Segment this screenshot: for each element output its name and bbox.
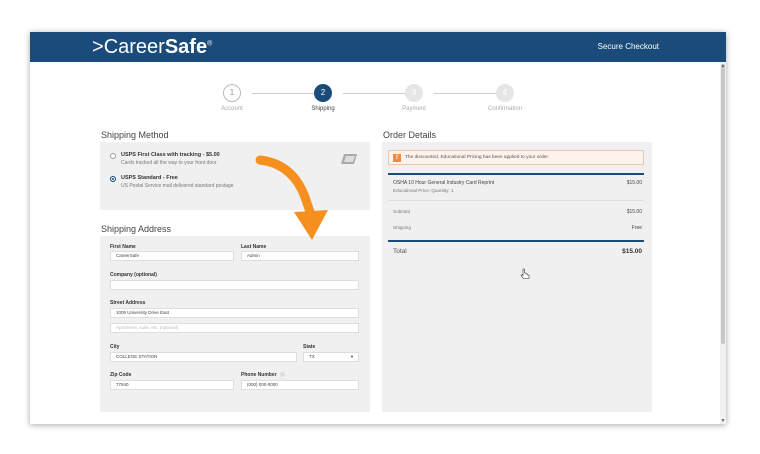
annotation-arrow-icon <box>255 155 328 240</box>
street-address-line2-field[interactable]: Apartment, suite, etc. (optional) <box>110 323 359 333</box>
usps-card-icon <box>341 154 357 164</box>
shipping-label: Shipping <box>393 225 411 230</box>
browser-window: >CareerSafe® Secure Checkout ▲ ▼ 1 Accou… <box>30 32 726 424</box>
step-label: Account <box>221 106 243 112</box>
step-number: 2 <box>314 84 332 102</box>
phone-number-field[interactable]: (000) 000-0000 <box>241 380 359 390</box>
radio-button-selected[interactable] <box>110 176 116 182</box>
street-address-label: Street Address <box>110 300 146 306</box>
shipping-value: Free <box>631 225 642 231</box>
alert-text: The discounted, Educational Pricing has … <box>405 155 550 160</box>
logo-text-bold: Safe <box>164 36 208 58</box>
step-number: 3 <box>405 84 423 102</box>
state-select[interactable]: TX ▼ <box>303 352 359 362</box>
last-name-label: Last Name <box>241 244 267 250</box>
state-value: TX <box>309 354 315 359</box>
item-price: $15.00 <box>626 180 642 186</box>
step-number: 4 <box>496 84 514 102</box>
total-label: Total <box>393 248 407 255</box>
company-label: Company (optional) <box>110 272 157 278</box>
subtotal-value: $15.00 <box>626 209 642 215</box>
logo-chevron-icon: > <box>92 36 104 58</box>
order-details-panel: ! The discounted, Educational Pricing ha… <box>382 142 652 412</box>
item-name: OSHA 10 Hour General Industry Card Repri… <box>393 180 495 186</box>
step-label: Payment <box>402 106 426 112</box>
zip-code-label: Zip Code <box>110 372 132 378</box>
careersafe-logo[interactable]: >CareerSafe® <box>92 36 212 59</box>
order-top-rule <box>388 173 644 175</box>
radio-button[interactable] <box>110 153 116 159</box>
step-label: Shipping <box>311 106 335 112</box>
step-account: 1 Account <box>212 84 252 112</box>
logo-text-light: Career <box>103 36 165 58</box>
info-icon[interactable] <box>279 372 285 378</box>
last-name-field[interactable]: Admin <box>241 251 359 261</box>
logo-registered-mark: ® <box>207 40 213 48</box>
step-number: 1 <box>223 84 241 102</box>
phone-label-text: Phone Number <box>241 372 277 378</box>
option-title: USPS First Class with tracking - $5.00 <box>121 152 220 158</box>
state-label: State <box>303 344 316 350</box>
total-rule <box>388 240 644 242</box>
first-name-label: First Name <box>110 244 136 250</box>
street-address-field[interactable]: 1005 University Drive East <box>110 308 359 318</box>
subtotal-label: Subtotal <box>393 209 410 214</box>
total-value: $15.00 <box>622 248 642 255</box>
order-divider <box>388 200 644 201</box>
caret-down-icon: ▼ <box>350 354 354 359</box>
phone-number-label: Phone Number <box>241 372 285 378</box>
scroll-up-arrow-icon[interactable]: ▲ <box>720 63 726 69</box>
city-label: City <box>110 344 120 350</box>
secure-checkout-label: Secure Checkout <box>597 42 659 51</box>
discount-alert: ! The discounted, Educational Pricing ha… <box>388 150 644 165</box>
shipping-address-title: Shipping Address <box>101 224 172 234</box>
option-subtitle: US Postal Service mail delivered standar… <box>121 183 234 189</box>
shipping-address-panel: First Name CareerSafe Last Name Admin Co… <box>100 236 370 412</box>
first-name-field[interactable]: CareerSafe <box>110 251 234 261</box>
scrollbar-thumb[interactable] <box>721 64 725 344</box>
city-field[interactable]: COLLEGE STATION <box>110 352 297 362</box>
zip-code-field[interactable]: 77840 <box>110 380 234 390</box>
warning-icon: ! <box>393 154 401 162</box>
option-subtitle: Cards tracked all the way to your front … <box>121 160 217 166</box>
item-meta: Educational Price; Quantity: 1 <box>393 188 454 193</box>
hand-cursor-icon <box>520 268 530 279</box>
order-details-title: Order Details <box>383 130 437 140</box>
step-shipping: 2 Shipping <box>303 84 343 112</box>
shipping-method-title: Shipping Method <box>101 130 169 140</box>
company-field[interactable] <box>110 280 359 290</box>
scroll-down-arrow-icon[interactable]: ▼ <box>720 418 726 424</box>
option-title: USPS Standard - Free <box>121 175 178 181</box>
step-label: Confirmation <box>487 106 522 112</box>
step-confirmation: 4 Confirmation <box>485 84 525 112</box>
step-payment: 3 Payment <box>394 84 434 112</box>
top-header-bar: >CareerSafe® Secure Checkout <box>30 32 726 62</box>
